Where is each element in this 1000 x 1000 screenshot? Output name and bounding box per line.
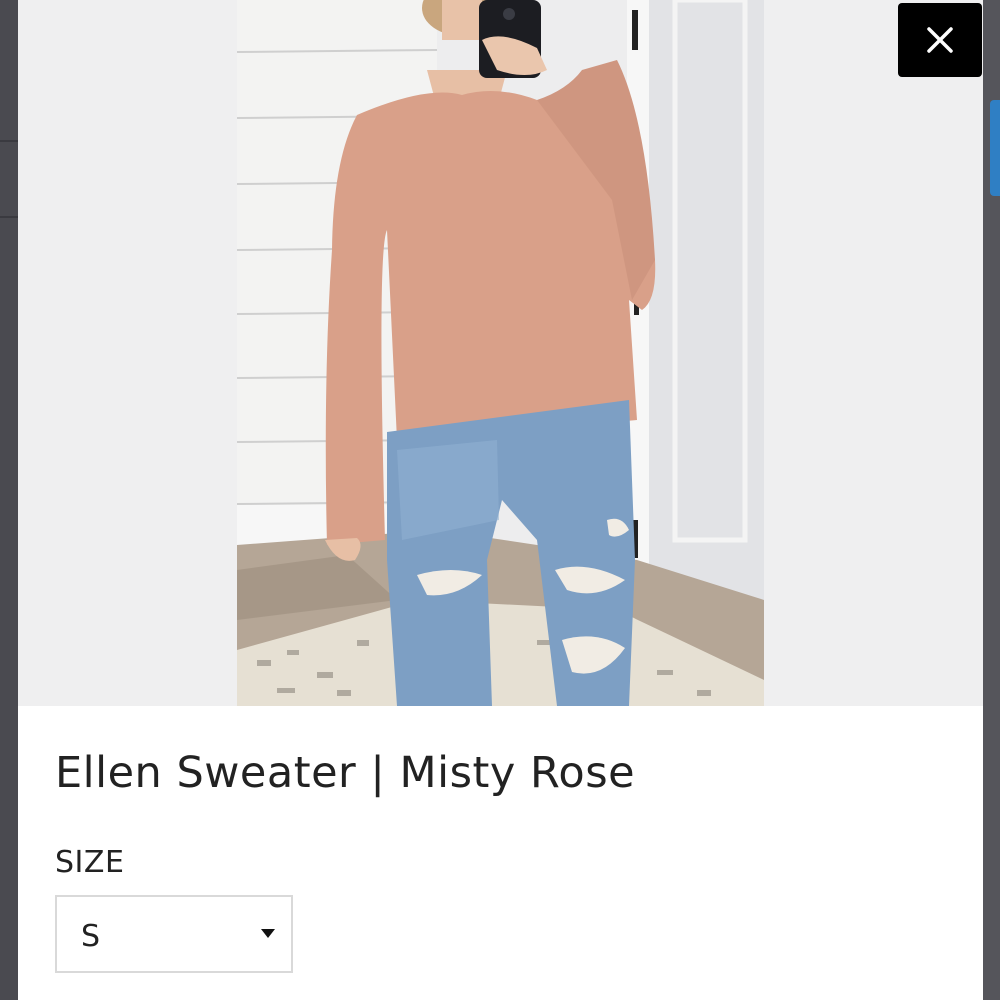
close-icon <box>926 26 954 54</box>
size-selected-value: S <box>81 919 101 954</box>
product-quickview-modal: Ellen Sweater | Misty Rose SIZE S <box>18 0 983 1000</box>
page-backdrop-right <box>983 0 1000 1000</box>
product-title: Ellen Sweater | Misty Rose <box>55 748 636 798</box>
size-dropdown[interactable]: S <box>55 895 293 973</box>
size-label: SIZE <box>55 845 125 880</box>
product-image-area <box>18 0 983 706</box>
product-photo <box>237 0 764 706</box>
caret-down-icon <box>261 929 275 938</box>
page-backdrop-left <box>0 0 18 1000</box>
close-button[interactable] <box>898 3 982 77</box>
side-tab[interactable] <box>990 100 1000 196</box>
